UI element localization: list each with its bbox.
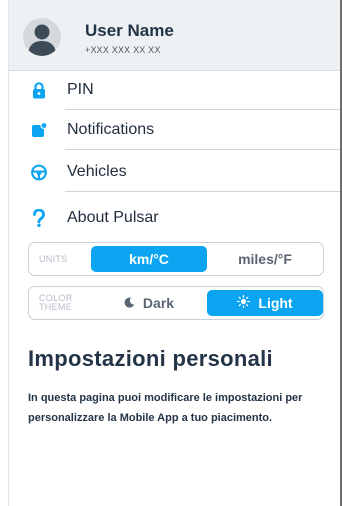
- units-option-imperial[interactable]: miles/°F: [207, 246, 323, 272]
- question-mark-icon: [31, 209, 47, 227]
- units-caption: UNITS: [39, 243, 89, 275]
- user-silhouette-icon: [28, 24, 56, 56]
- menu-item-vehicles[interactable]: Vehicles: [9, 152, 340, 192]
- menu-label-about: About Pulsar: [67, 209, 159, 226]
- units-caption-text: UNITS: [39, 253, 68, 264]
- menu-label-notifications: Notifications: [67, 121, 155, 138]
- steering-wheel-icon: [31, 163, 47, 181]
- moon-icon: [124, 296, 135, 311]
- menu-label-pin: PIN: [67, 81, 94, 98]
- menu-label-vehicles: Vehicles: [67, 163, 127, 180]
- user-name: User Name: [85, 21, 174, 40]
- theme-caption: COLOR THEME: [39, 287, 89, 319]
- menu-divider: [65, 149, 340, 150]
- page-title: Impostazioni personali: [28, 346, 273, 371]
- units-option-imperial-label: miles/°F: [238, 251, 292, 267]
- theme-option-light[interactable]: Light: [207, 290, 323, 316]
- theme-caption-line2: THEME: [39, 302, 72, 312]
- menu-divider: [65, 191, 340, 192]
- menu-item-pin[interactable]: PIN: [9, 70, 340, 110]
- page-description: In questa pagina puoi modificare le impo…: [28, 392, 303, 424]
- units-option-metric-label: km/°C: [129, 251, 169, 267]
- user-phone: +XXX XXX XX XX: [85, 45, 161, 55]
- menu-item-about[interactable]: About Pulsar: [9, 198, 340, 238]
- theme-option-light-label: Light: [258, 295, 293, 311]
- theme-option-dark-label: Dark: [142, 295, 175, 311]
- units-option-metric[interactable]: km/°C: [91, 246, 207, 272]
- theme-toggle: COLOR THEME Dark Light: [28, 286, 324, 320]
- menu-item-notifications[interactable]: Notifications: [9, 110, 340, 150]
- theme-option-dark[interactable]: Dark: [91, 290, 207, 316]
- lock-icon: [31, 81, 47, 99]
- avatar: [23, 18, 61, 56]
- sun-icon: [237, 294, 251, 311]
- units-toggle: UNITS km/°C miles/°F: [28, 242, 324, 276]
- notification-icon: [31, 121, 47, 139]
- profile-header[interactable]: User Name +XXX XXX XX XX: [9, 0, 340, 71]
